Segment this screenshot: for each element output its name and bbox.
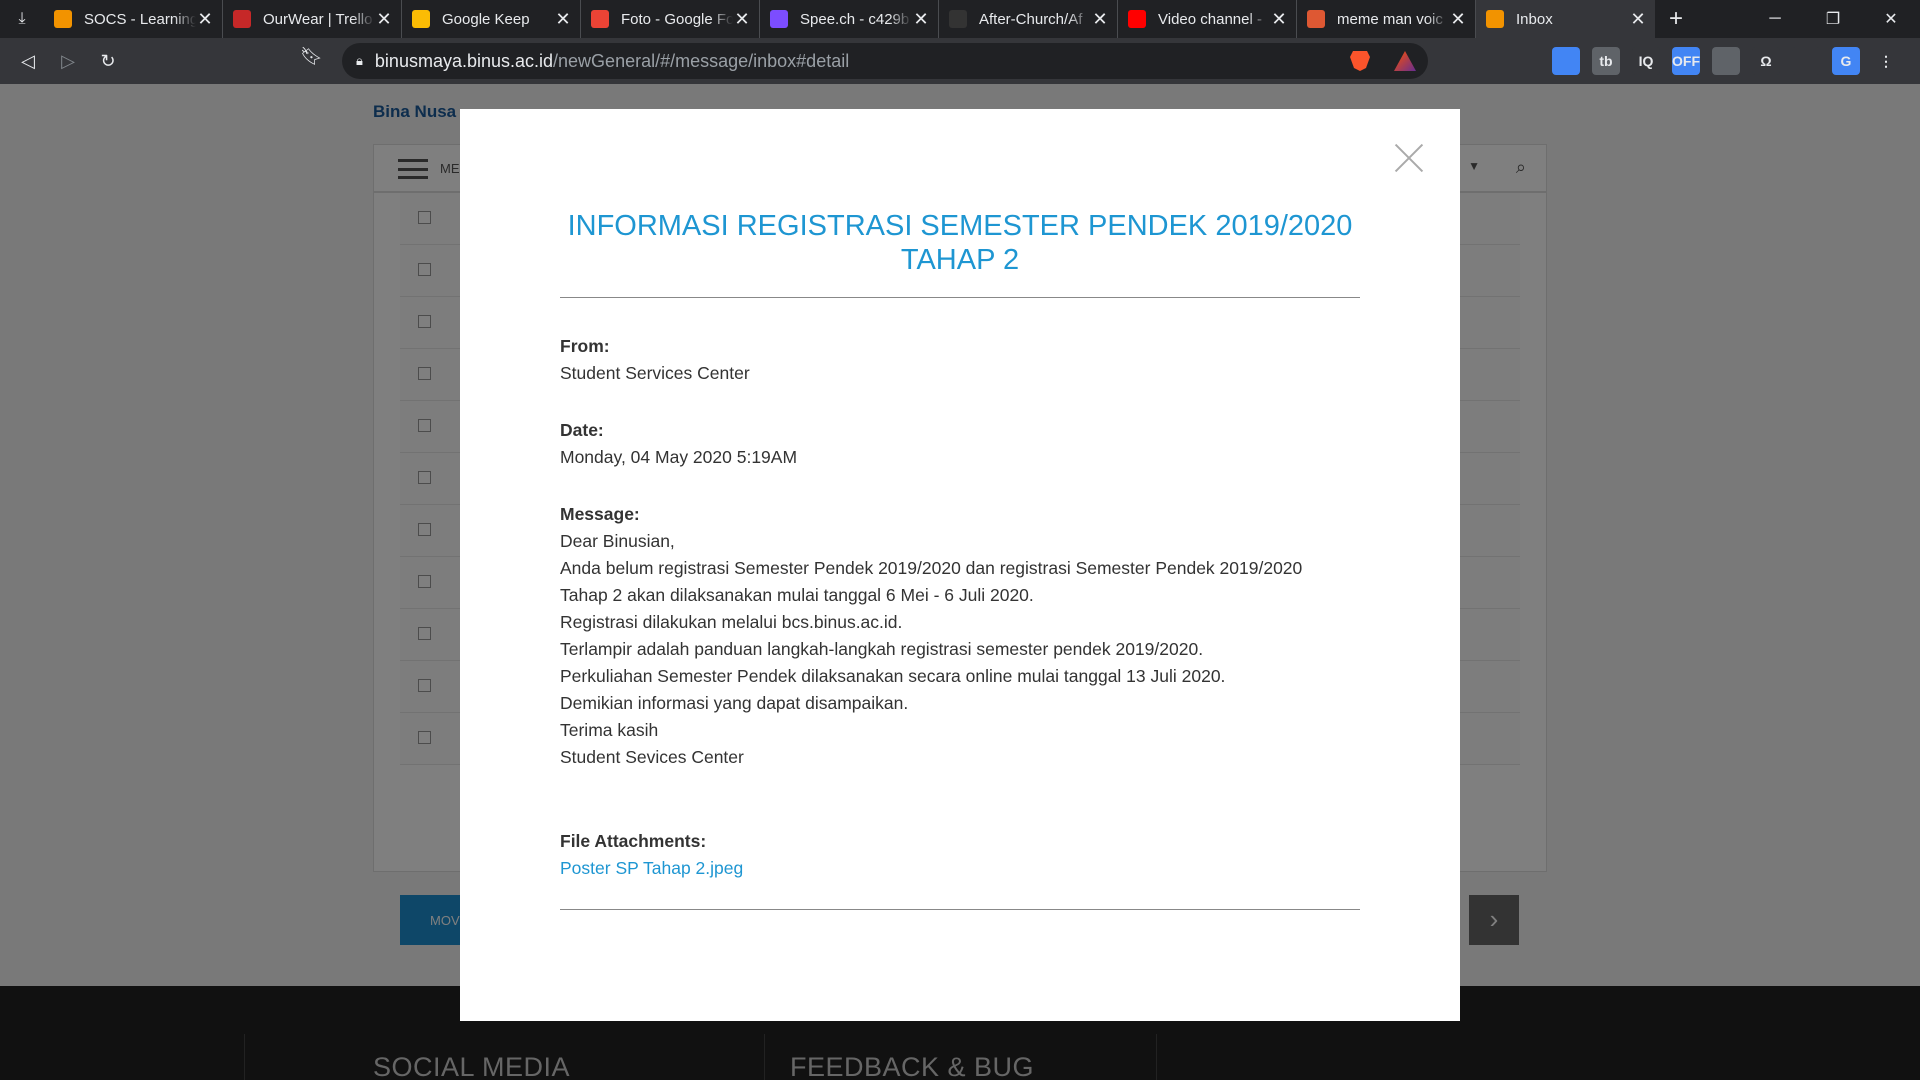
minimize-icon[interactable]: ─ — [1746, 0, 1804, 38]
restore-icon[interactable]: ❐ — [1804, 0, 1862, 38]
forward-icon[interactable]: ▷ — [48, 41, 88, 81]
tab-close-icon[interactable]: ✕ — [1270, 9, 1288, 30]
ext-1-icon[interactable] — [1552, 47, 1580, 75]
browser-menu-icon[interactable]: ⋮ — [1872, 47, 1900, 75]
ext-tb-icon[interactable]: tb — [1592, 47, 1620, 75]
tab-8[interactable]: meme man voic ✕ — [1297, 0, 1476, 38]
reload-icon[interactable]: ↻ — [88, 41, 128, 81]
from-value: Student Services Center — [560, 363, 750, 383]
new-tab-button[interactable]: + — [1655, 0, 1697, 38]
eye-icon — [1486, 10, 1504, 28]
tab-close-icon[interactable]: ✕ — [1091, 9, 1109, 30]
youtube-icon — [1128, 10, 1146, 28]
url-host: binusmaya.binus.ac.id — [374, 50, 554, 71]
photos-icon — [591, 10, 609, 28]
tab-close-icon[interactable]: ✕ — [912, 9, 930, 30]
message-detail-modal: INFORMASI REGISTRASI SEMESTER PENDEK 201… — [460, 109, 1460, 1021]
tab-4[interactable]: Foto - Google Fo ✕ — [581, 0, 760, 38]
duckduckgo-icon — [1307, 10, 1325, 28]
tab-close-icon[interactable]: ✕ — [375, 9, 393, 30]
date-label: Date: — [560, 420, 604, 440]
close-window-icon[interactable]: ✕ — [1862, 0, 1920, 38]
tab-1[interactable]: SOCS - Learning ✕ — [44, 0, 223, 38]
tab-title: Spee.ch - c429b — [800, 10, 910, 28]
address-bar[interactable]: 🔒︎ binusmaya.binus.ac.id/newGeneral/#/me… — [342, 43, 1428, 79]
tab-strip: ⤓ SOCS - Learning ✕ OurWear | Trello ✕ Googl… — [0, 0, 1920, 38]
tab-title: Inbox — [1516, 10, 1553, 28]
ext-bulb-icon[interactable] — [1712, 47, 1740, 75]
date-value: Monday, 04 May 2020 5:19AM — [560, 447, 798, 467]
ext-omega-icon[interactable]: Ω — [1752, 47, 1780, 75]
trello-icon — [233, 10, 251, 28]
tab-3[interactable]: Google Keep ✕ — [402, 0, 581, 38]
speech-icon — [770, 10, 788, 28]
tab-2[interactable]: OurWear | Trello ✕ — [223, 0, 402, 38]
message-label: Message: — [560, 504, 640, 524]
attachments-label: File Attachments: — [560, 831, 707, 851]
tab-title: meme man voic — [1337, 10, 1443, 28]
brave-shields-icon[interactable] — [1350, 51, 1370, 71]
back-icon[interactable]: ◁ — [8, 41, 48, 81]
tab-list: SOCS - Learning ✕ OurWear | Trello ✕ Google … — [44, 0, 1655, 38]
ext-off-icon[interactable]: OFF — [1672, 47, 1700, 75]
message-line: Terima kasih — [560, 720, 659, 740]
message-body: From: Student Services Center Date: Mond… — [560, 333, 1360, 882]
tab-close-icon[interactable]: ✕ — [1629, 9, 1647, 30]
github-icon — [949, 10, 967, 28]
tab-title: Google Keep — [442, 10, 530, 28]
tab-title: After-Church/Af — [979, 10, 1083, 28]
divider — [560, 909, 1360, 910]
ext-check-icon[interactable] — [1792, 47, 1820, 75]
from-label: From: — [560, 336, 610, 356]
message-line: Registrasi dilakukan melalui bcs.binus.a… — [560, 612, 903, 632]
tab-title: OurWear | Trello — [263, 10, 373, 28]
lock-icon: 🔒︎ — [356, 53, 363, 68]
tab-title: SOCS - Learning — [84, 10, 196, 28]
tab-close-icon[interactable]: ✕ — [196, 9, 214, 30]
divider — [560, 297, 1360, 298]
message-line: Perkuliahan Semester Pendek dilaksanakan… — [560, 666, 1226, 686]
tab-9[interactable]: Inbox ✕ — [1476, 0, 1655, 38]
tab-title: Foto - Google Fo — [621, 10, 733, 28]
tab-7[interactable]: Video channel - ✕ — [1118, 0, 1297, 38]
tab-close-icon[interactable]: ✕ — [554, 9, 572, 30]
attachment-link[interactable]: Poster SP Tahap 2.jpeg — [560, 855, 1360, 882]
tab-close-icon[interactable]: ✕ — [1449, 9, 1467, 30]
message-line: Tahap 2 akan dilaksanakan mulai tanggal … — [560, 585, 1034, 605]
message-line: Anda belum registrasi Semester Pendek 20… — [560, 558, 1303, 578]
tab-5[interactable]: Spee.ch - c429b ✕ — [760, 0, 939, 38]
message-title: INFORMASI REGISTRASI SEMESTER PENDEK 201… — [567, 210, 1353, 276]
message-text: Dear Binusian, Anda belum registrasi Seme… — [560, 528, 1360, 771]
eye-icon — [54, 10, 72, 28]
tab-6[interactable]: After-Church/Af ✕ — [939, 0, 1118, 38]
bookmark-icon[interactable]: 🔖︎ — [300, 46, 323, 67]
message-line: Dear Binusian, — [560, 531, 675, 551]
tab-title: Video channel - — [1158, 10, 1262, 28]
message-line: Terlampir adalah panduan langkah-langkah… — [560, 639, 1204, 659]
extensions-area: tb IQ OFF Ω G ⋮ — [1552, 47, 1900, 75]
message-line: Demikian informasi yang dapat disampaika… — [560, 693, 909, 713]
browser-toolbar: ◁ ▷ ↻ 🔖︎ 🔒︎ binusmaya.binus.ac.id/newGen… — [0, 38, 1920, 84]
window-controls: ─ ❐ ✕ — [1746, 0, 1920, 38]
ext-iq-icon[interactable]: IQ — [1632, 47, 1660, 75]
keep-icon — [412, 10, 430, 28]
url-path: /newGeneral/#/message/inbox#detail — [553, 50, 850, 71]
download-icon[interactable]: ⤓ — [0, 0, 44, 38]
tab-close-icon[interactable]: ✕ — [733, 9, 751, 30]
message-line: Student Sevices Center — [560, 747, 744, 767]
ext-translate-icon[interactable]: G — [1832, 47, 1860, 75]
close-icon[interactable] — [1394, 143, 1424, 173]
brave-rewards-icon[interactable] — [1394, 51, 1416, 71]
